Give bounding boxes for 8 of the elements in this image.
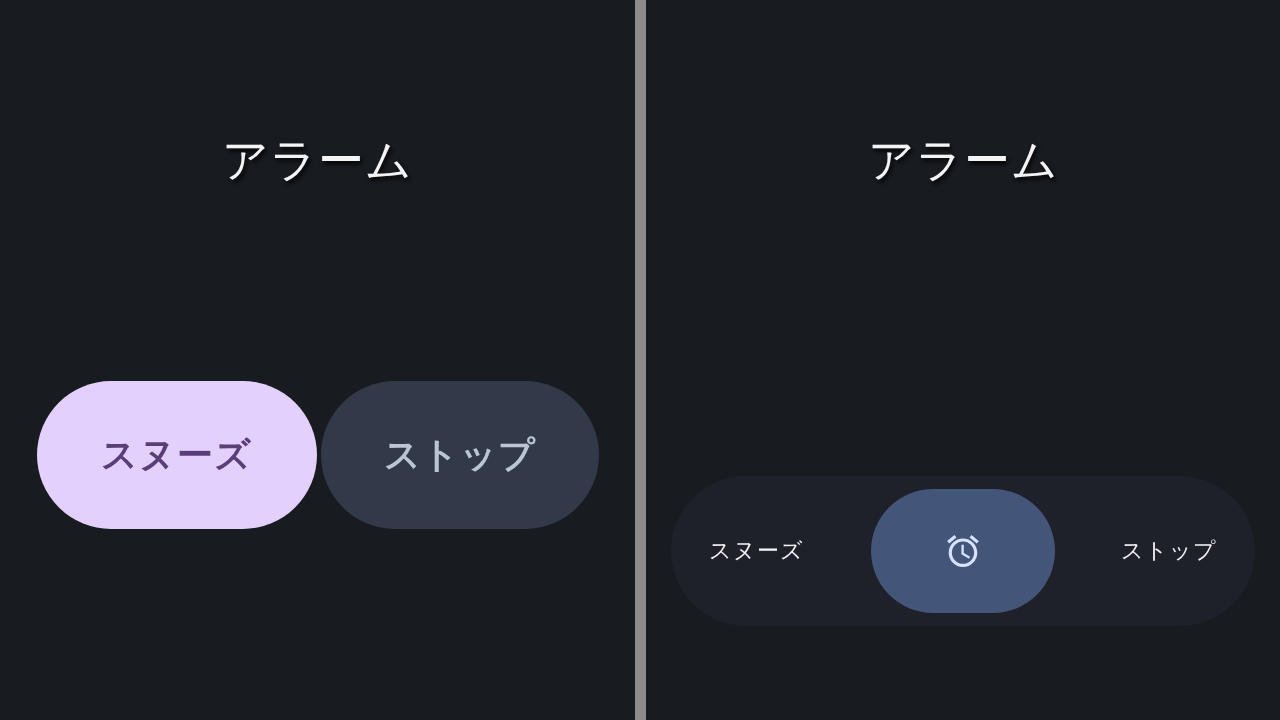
alarm-title: アラーム: [867, 132, 1059, 188]
alarm-title: アラーム: [222, 132, 413, 188]
slider-track[interactable]: スヌーズ ストップ: [671, 476, 1255, 626]
snooze-label: スヌーズ: [709, 537, 804, 565]
stop-label: ストップ: [1121, 537, 1217, 565]
stop-button[interactable]: ストップ: [320, 381, 599, 529]
alarm-clock-icon: [947, 535, 979, 567]
snooze-button[interactable]: スヌーズ: [36, 381, 317, 529]
